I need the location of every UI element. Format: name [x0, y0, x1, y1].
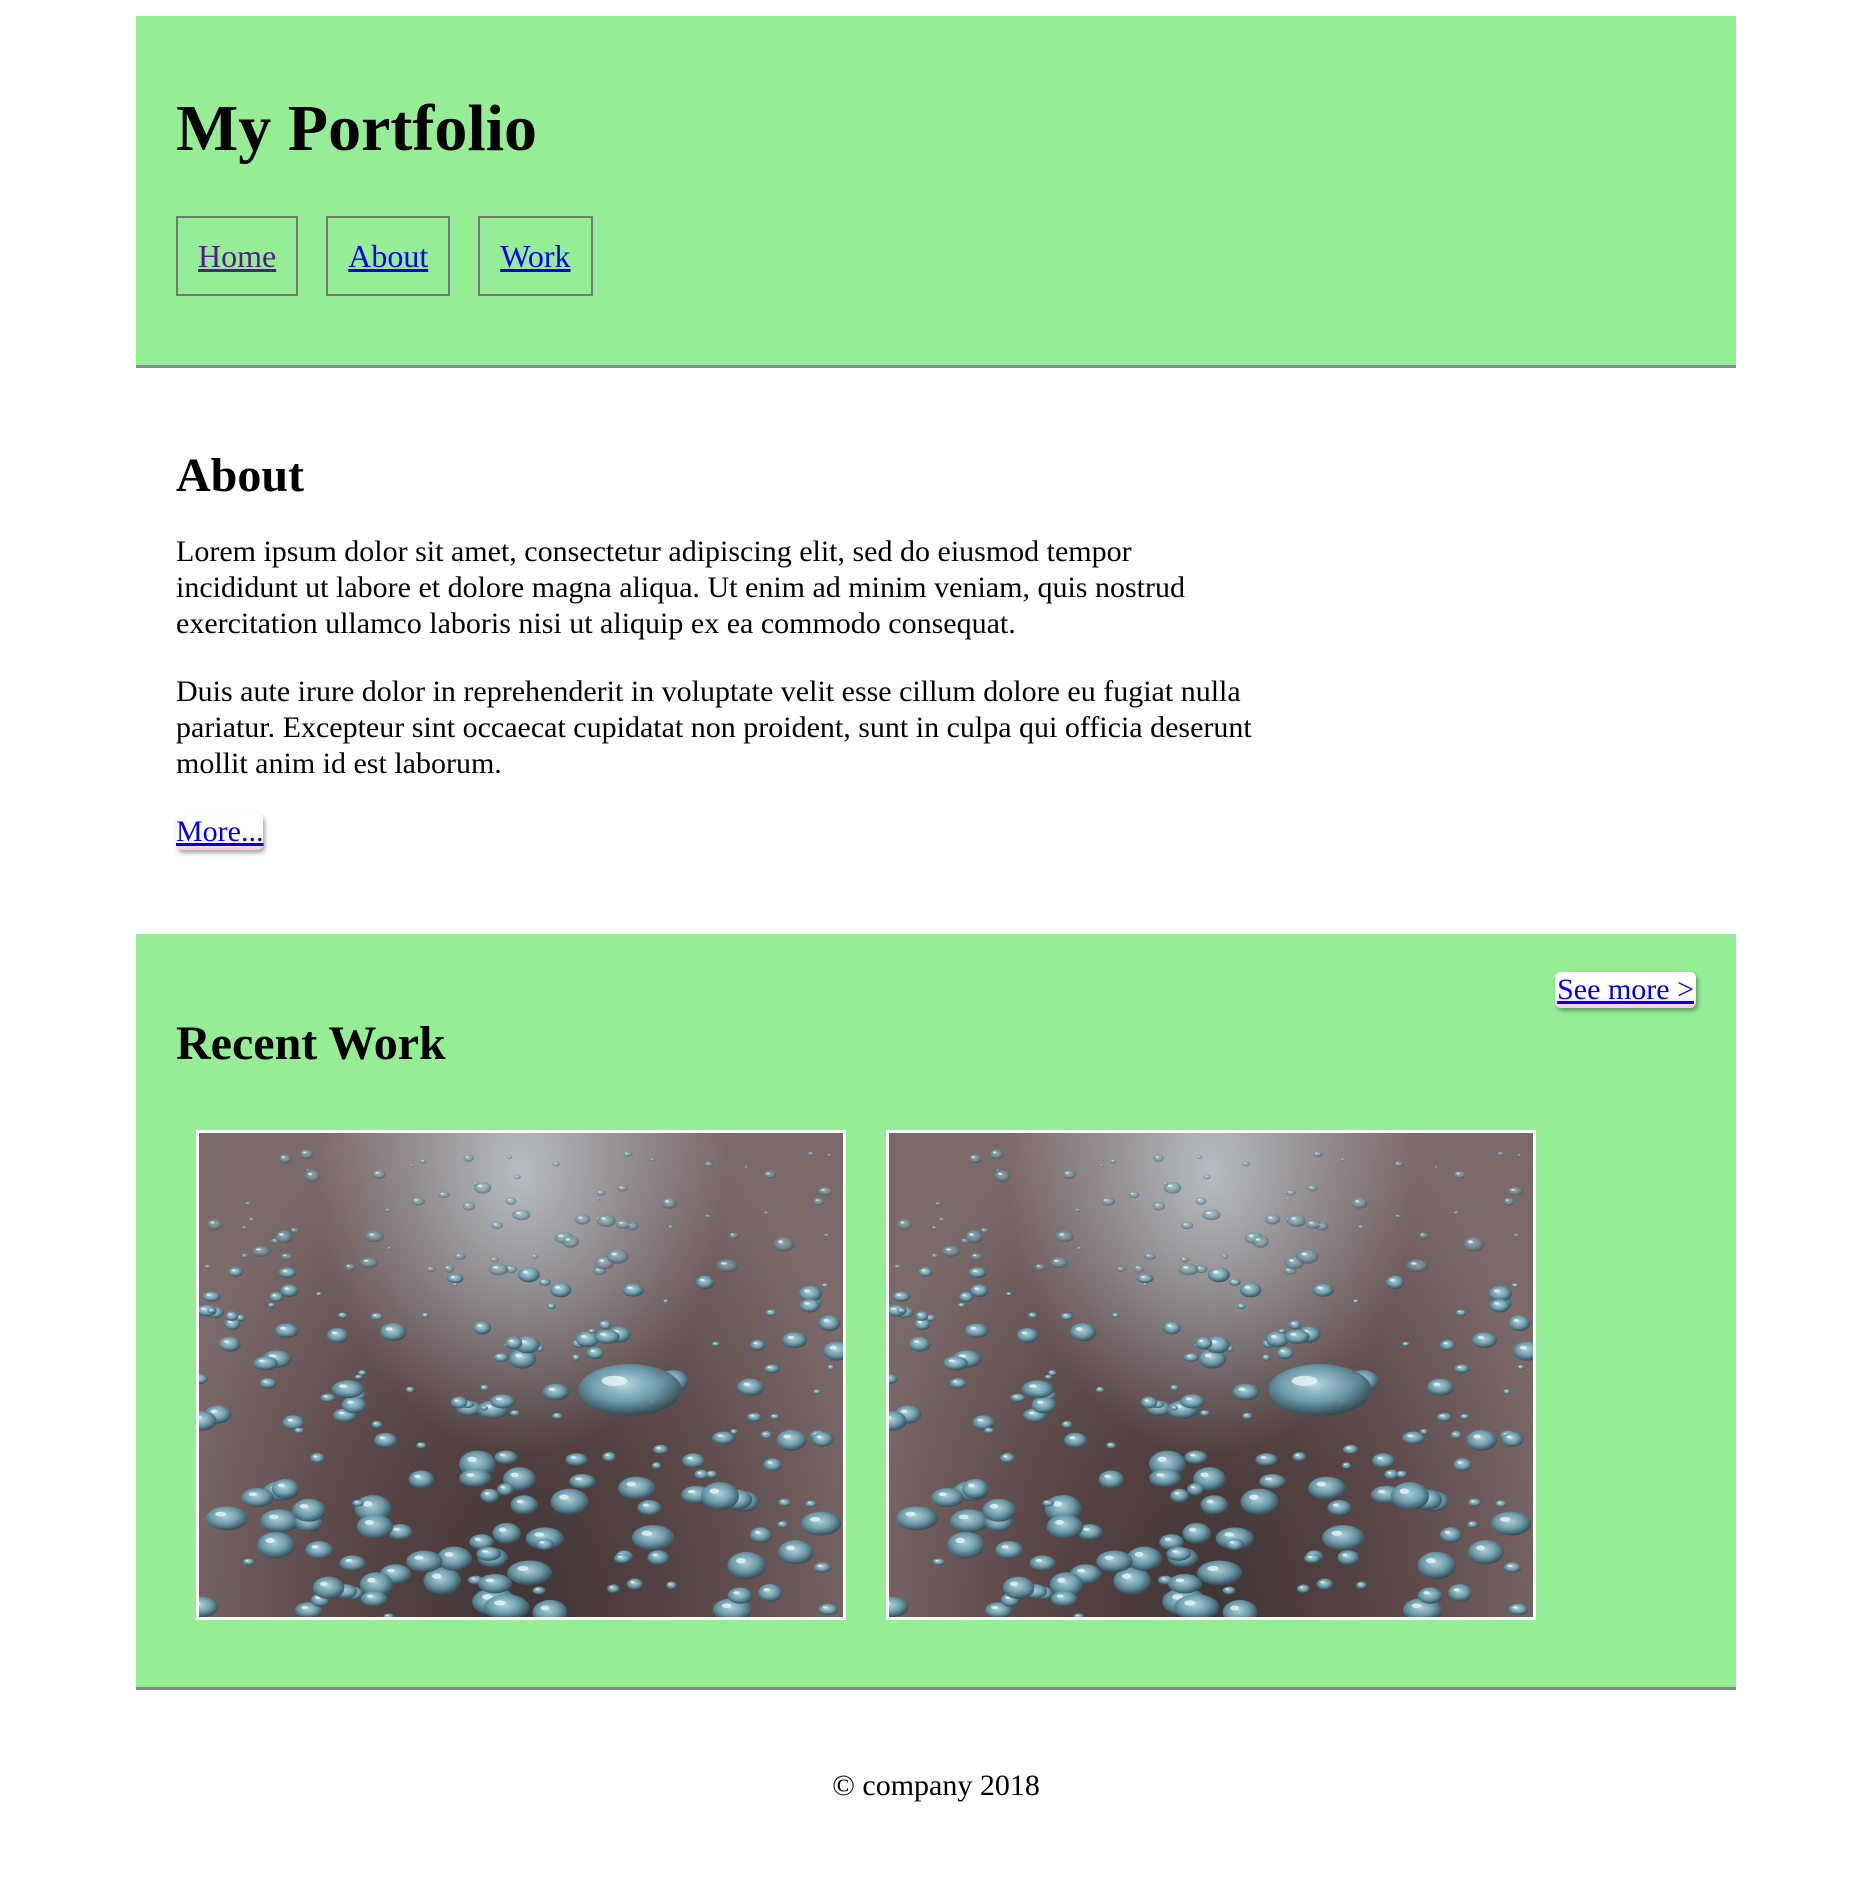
page: My Portfolio Home About Work About Lorem… — [136, 16, 1736, 1830]
water-drops-photo — [889, 1149, 1533, 1617]
main-nav: Home About Work — [176, 216, 593, 296]
more-link[interactable]: More... — [176, 814, 264, 850]
nav-link-work[interactable]: Work — [500, 238, 570, 275]
about-paragraph: Lorem ipsum dolor sit amet, consectetur … — [176, 535, 1185, 640]
nav-link-about[interactable]: About — [348, 238, 428, 275]
nav-item-home[interactable]: Home — [176, 216, 299, 296]
site-title: My Portfolio — [176, 92, 538, 165]
see-more-link[interactable]: See more > — [1555, 972, 1696, 1008]
about-section: About Lorem ipsum dolor sit amet, consec… — [136, 368, 1736, 934]
about-paragraph: Duis aute irure dolor in reprehenderit i… — [176, 675, 1252, 780]
nav-item-about[interactable]: About — [326, 216, 451, 296]
nav-item-work[interactable]: Work — [478, 216, 593, 296]
copyright-text: © company 2018 — [832, 1769, 1040, 1802]
work-thumbnail-image[interactable] — [196, 1130, 846, 1620]
water-drops-photo — [199, 1149, 843, 1617]
about-heading: About — [176, 449, 305, 502]
nav-link-home[interactable]: Home — [198, 238, 276, 275]
recent-work-section: See more > Recent Work — [136, 934, 1736, 1690]
work-thumbnail-image[interactable] — [886, 1130, 1536, 1620]
site-footer: © company 2018 — [136, 1690, 1736, 1830]
site-header: My Portfolio Home About Work — [136, 16, 1736, 368]
recent-work-heading: Recent Work — [176, 1017, 446, 1070]
